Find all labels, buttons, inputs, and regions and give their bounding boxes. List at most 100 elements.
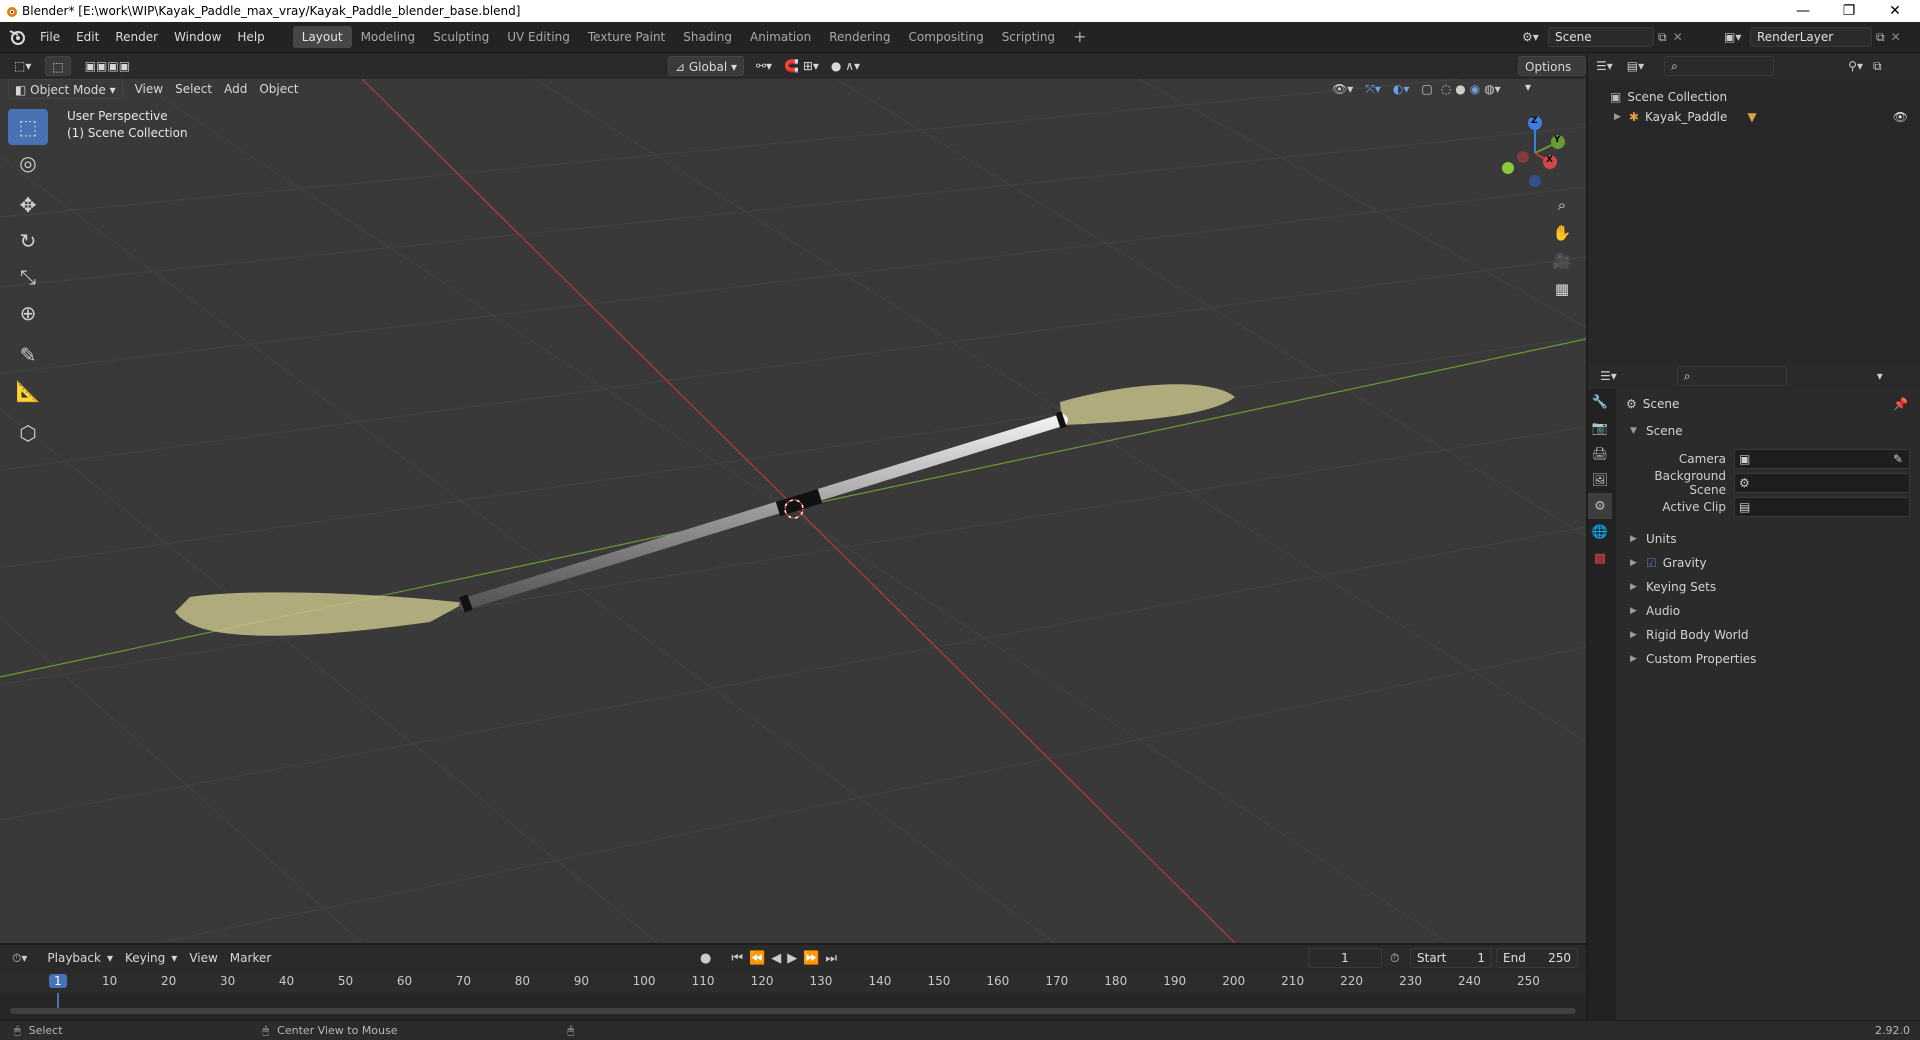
jump-start-icon[interactable]: ⏮ xyxy=(731,951,743,966)
add-workspace-button[interactable]: + xyxy=(1064,26,1095,48)
menu-help[interactable]: Help xyxy=(229,22,272,53)
eyedropper-icon[interactable]: ✎ xyxy=(1893,452,1903,466)
play-reverse-icon[interactable]: ◀ xyxy=(771,951,781,966)
scene-tab-icon[interactable]: ⚙ xyxy=(1588,493,1612,519)
cursor-tool-icon[interactable]: ◎ xyxy=(8,145,48,181)
viewport-menu-view[interactable]: View xyxy=(129,79,169,99)
navigation-gizmo[interactable]: Z Y X xyxy=(1490,113,1580,193)
timeline-menu-view[interactable]: View xyxy=(183,948,223,968)
xray-icon[interactable]: ▢ xyxy=(1421,82,1432,96)
minimize-button[interactable]: — xyxy=(1780,0,1826,22)
subpanel-custom-properties[interactable]: ▶ Custom Properties xyxy=(1616,647,1920,671)
select-mode-buttons-icon[interactable]: ▣▣▣▣ xyxy=(79,56,136,76)
viewport-menu-object[interactable]: Object xyxy=(253,79,304,99)
tab-scripting[interactable]: Scripting xyxy=(993,26,1064,48)
outliner-search-input[interactable]: ⌕ xyxy=(1664,56,1775,76)
rendered-shading-icon[interactable]: ◍▾ xyxy=(1484,82,1501,96)
camera-view-icon[interactable]: 🎥 xyxy=(1548,247,1576,275)
timeline-scrollbar[interactable] xyxy=(10,1008,1576,1014)
options-dropdown[interactable]: Options ▾ xyxy=(1518,56,1586,94)
subpanel-gravity[interactable]: ▶ ☑ Gravity xyxy=(1616,551,1920,575)
tab-layout[interactable]: Layout xyxy=(292,26,352,48)
remove-scene-icon[interactable]: ✕ xyxy=(1673,30,1683,44)
solid-shading-icon[interactable]: ● xyxy=(1455,82,1465,96)
new-scene-icon[interactable]: ⧉ xyxy=(1658,30,1667,45)
ortho-toggle-icon[interactable]: ▦ xyxy=(1548,275,1576,303)
world-tab-icon[interactable]: 🌐 xyxy=(1588,519,1612,545)
tab-compositing[interactable]: Compositing xyxy=(899,26,992,48)
proportional-edit-icon[interactable]: ● ∧▾ xyxy=(825,56,866,76)
pivot-icon[interactable]: ⚯▾ xyxy=(750,56,778,76)
subpanel-rigid-body-world[interactable]: ▶ Rigid Body World xyxy=(1616,623,1920,647)
next-keyframe-icon[interactable]: ⏩ xyxy=(803,951,819,966)
subpanel-units[interactable]: ▶ Units xyxy=(1616,527,1920,551)
measure-tool-icon[interactable]: 📐 xyxy=(8,373,48,409)
expand-arrow-icon[interactable]: ▶ xyxy=(1614,112,1621,122)
visibility-eye-icon[interactable]: 👁 xyxy=(1893,110,1908,124)
scene-panel-header[interactable]: ▼ Scene xyxy=(1616,419,1920,443)
select-box-tool-icon[interactable]: ⬚ xyxy=(8,109,48,145)
tab-rendering[interactable]: Rendering xyxy=(820,26,899,48)
filter-icon[interactable]: ⚲▾ xyxy=(1848,59,1863,73)
visibility-icon[interactable]: 👁▾ xyxy=(1332,82,1353,96)
orientation-dropdown[interactable]: ⊿ Global ▾ xyxy=(668,56,744,76)
end-frame-field[interactable]: End 250 xyxy=(1496,948,1578,968)
prop-field-background-scene[interactable]: ⚙ xyxy=(1734,473,1910,493)
current-frame-field[interactable]: 1 xyxy=(1308,948,1382,968)
tab-modeling[interactable]: Modeling xyxy=(352,26,425,48)
subpanel-audio[interactable]: ▶ Audio xyxy=(1616,599,1920,623)
texture-tab-icon[interactable]: ▩ xyxy=(1588,545,1612,571)
blender-menu-icon[interactable] xyxy=(4,27,32,47)
prev-keyframe-icon[interactable]: ⏪ xyxy=(749,951,765,966)
outliner-row-scene-collection[interactable]: ▣ Scene Collection xyxy=(1588,87,1920,107)
menu-file[interactable]: File xyxy=(32,22,68,53)
scale-tool-icon[interactable]: ⤡ xyxy=(8,259,48,295)
menu-render[interactable]: Render xyxy=(107,22,166,53)
timeline-menu-keying[interactable]: Keying xyxy=(119,948,171,968)
remove-renderlayer-icon[interactable]: ✕ xyxy=(1891,30,1901,44)
gravity-checkbox[interactable]: ☑ xyxy=(1646,556,1657,570)
record-icon[interactable]: ● xyxy=(700,951,711,966)
selection-mode-icon[interactable]: ⬚ xyxy=(45,56,71,76)
tool-tab-icon[interactable]: 🔧 xyxy=(1588,389,1612,415)
display-mode-icon[interactable]: ▤▾ xyxy=(1627,59,1644,73)
zoom-icon[interactable]: ⌕ xyxy=(1548,191,1576,219)
view-layer-tab-icon[interactable]: 🖼 xyxy=(1588,467,1612,493)
outliner-row-kayak-paddle[interactable]: ▶ ✱ Kayak_Paddle ▼ 👁 xyxy=(1588,107,1920,127)
timeline-editor-icon[interactable]: ⏱▾ xyxy=(12,951,27,966)
move-tool-icon[interactable]: ✥ xyxy=(8,187,48,223)
subpanel-keying-sets[interactable]: ▶ Keying Sets xyxy=(1616,575,1920,599)
new-collection-icon[interactable]: ⧉ xyxy=(1873,59,1882,74)
3d-viewport[interactable]: User Perspective (1) Scene Collection Z … xyxy=(0,77,1586,943)
overlay-toggle-icon[interactable]: ◐▾ xyxy=(1393,82,1410,96)
properties-search-input[interactable]: ⌕ xyxy=(1676,366,1787,386)
object-mode-dropdown[interactable]: ◧ Object Mode ▾ xyxy=(8,79,123,99)
tab-animation[interactable]: Animation xyxy=(741,26,820,48)
timeline-menu-marker[interactable]: Marker xyxy=(224,948,277,968)
renderlayer-name-field[interactable]: RenderLayer xyxy=(1750,27,1872,47)
new-renderlayer-icon[interactable]: ⧉ xyxy=(1876,30,1885,45)
pan-hand-icon[interactable]: ✋ xyxy=(1548,219,1576,247)
properties-editor-icon[interactable]: ☰▾ xyxy=(1600,369,1617,383)
rotate-tool-icon[interactable]: ↻ xyxy=(8,223,48,259)
menu-window[interactable]: Window xyxy=(166,22,229,53)
scene-name-field[interactable]: Scene xyxy=(1548,27,1654,47)
tab-sculpting[interactable]: Sculpting xyxy=(424,26,498,48)
menu-edit[interactable]: Edit xyxy=(68,22,107,53)
tab-texture-paint[interactable]: Texture Paint xyxy=(579,26,674,48)
start-frame-field[interactable]: Start 1 xyxy=(1410,948,1492,968)
viewport-menu-select[interactable]: Select xyxy=(169,79,218,99)
clock-icon[interactable]: ⏱ xyxy=(1390,951,1399,966)
wireframe-shading-icon[interactable]: ◌ xyxy=(1441,82,1451,96)
tab-shading[interactable]: Shading xyxy=(674,26,741,48)
tab-uv-editing[interactable]: UV Editing xyxy=(498,26,579,48)
outliner-editor-icon[interactable]: ☰▾ xyxy=(1596,59,1613,73)
add-cube-tool-icon[interactable]: ⬡ xyxy=(8,415,48,451)
material-shading-icon[interactable]: ◉ xyxy=(1470,82,1480,96)
renderlayer-selector[interactable]: ▣▾ RenderLayer ⧉ ✕ xyxy=(1724,27,1901,47)
render-tab-icon[interactable]: 📷 xyxy=(1588,415,1612,441)
prop-field-active-clip[interactable]: ▤ xyxy=(1734,497,1910,517)
play-icon[interactable]: ▶ xyxy=(787,951,797,966)
jump-end-icon[interactable]: ⏭ xyxy=(825,951,837,966)
properties-options-icon[interactable]: ▾ xyxy=(1877,369,1883,383)
